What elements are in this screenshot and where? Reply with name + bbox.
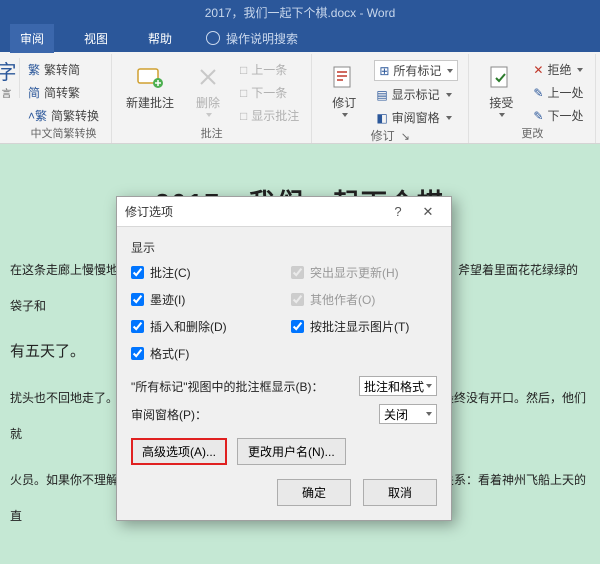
tab-view[interactable]: 视图: [74, 24, 118, 53]
review-pane-label: 审阅窗格(P)：: [131, 406, 371, 423]
checkbox-other-authors: 其他作者(O): [291, 291, 437, 308]
display-section-label: 显示: [131, 239, 437, 256]
left-panel-char: 字 言: [0, 58, 20, 98]
next-comment: □ 下一条: [238, 83, 301, 102]
track-changes-icon: [329, 62, 359, 92]
new-comment-icon: [135, 62, 165, 92]
reject-dropdown[interactable]: ✕ 拒绝: [531, 60, 585, 79]
group-label-changes: 更改: [479, 125, 585, 145]
ribbon-tabs: 审阅 视图 帮助 操作说明搜索: [0, 24, 600, 52]
prev-comment: □ 上一条: [238, 60, 301, 79]
track-changes-button[interactable]: 修订: [322, 60, 366, 127]
delete-icon: [193, 62, 223, 92]
checkbox-comments[interactable]: 批注(C): [131, 264, 277, 281]
prev-change[interactable]: ✎ 上一处: [531, 83, 585, 102]
cancel-button[interactable]: 取消: [363, 479, 437, 506]
convert-toggle[interactable]: ˄繁简繁转换: [26, 106, 101, 125]
balloons-dropdown[interactable]: 批注和格式: [359, 376, 437, 396]
show-comments: □ 显示批注: [238, 106, 301, 125]
checkbox-ink[interactable]: 墨迹(I): [131, 291, 277, 308]
tab-help[interactable]: 帮助: [138, 24, 182, 53]
dialog-help-button[interactable]: ?: [383, 204, 413, 219]
ribbon: 繁繁转简 简简转繁 ˄繁简繁转换 中文简繁转换 新建批注 删除 □ 上一条 □ …: [0, 52, 600, 144]
lightbulb-icon: [206, 31, 220, 45]
checkbox-pictures-by-comment[interactable]: 按批注显示图片(T): [291, 318, 437, 335]
delete-comment-button: 删除: [186, 60, 230, 125]
accept-icon: [486, 62, 516, 92]
show-markup-dropdown[interactable]: ▤ 显示标记: [374, 85, 458, 104]
advanced-options-button[interactable]: 高级选项(A)...: [131, 438, 227, 465]
convert-to-traditional[interactable]: 简简转繁: [26, 83, 101, 102]
window-title: 2017，我们一起下个棋.docx - Word: [0, 0, 600, 24]
accept-button[interactable]: 接受: [479, 60, 523, 125]
reviewing-pane-dropdown[interactable]: ◧ 审阅窗格: [374, 108, 458, 127]
group-label-convert: 中文简繁转换: [26, 125, 101, 145]
checkbox-formatting[interactable]: 格式(F): [131, 345, 277, 362]
tell-me-search[interactable]: 操作说明搜索: [206, 30, 298, 47]
change-username-button[interactable]: 更改用户名(N)...: [237, 438, 346, 465]
group-label-comments: 批注: [122, 125, 301, 145]
checkbox-insert-delete[interactable]: 插入和删除(D): [131, 318, 277, 335]
dialog-close-button[interactable]: ✕: [413, 204, 443, 220]
balloons-label: "所有标记"视图中的批注框显示(B)：: [131, 378, 351, 395]
new-comment-button[interactable]: 新建批注: [122, 60, 178, 125]
tracking-options-dialog: 修订选项 ? ✕ 显示 批注(C) 突出显示更新(H) 墨迹(I) 其他作者(O…: [116, 196, 452, 521]
checkbox-highlight-updates: 突出显示更新(H): [291, 264, 437, 281]
convert-to-simplified[interactable]: 繁繁转简: [26, 60, 101, 79]
ok-button[interactable]: 确定: [277, 479, 351, 506]
review-pane-dropdown[interactable]: 关闭: [379, 404, 437, 424]
tab-review[interactable]: 审阅: [10, 24, 54, 53]
dialog-title: 修订选项: [125, 203, 173, 220]
next-change[interactable]: ✎ 下一处: [531, 106, 585, 125]
markup-view-dropdown[interactable]: ⊞ 所有标记: [374, 60, 458, 81]
